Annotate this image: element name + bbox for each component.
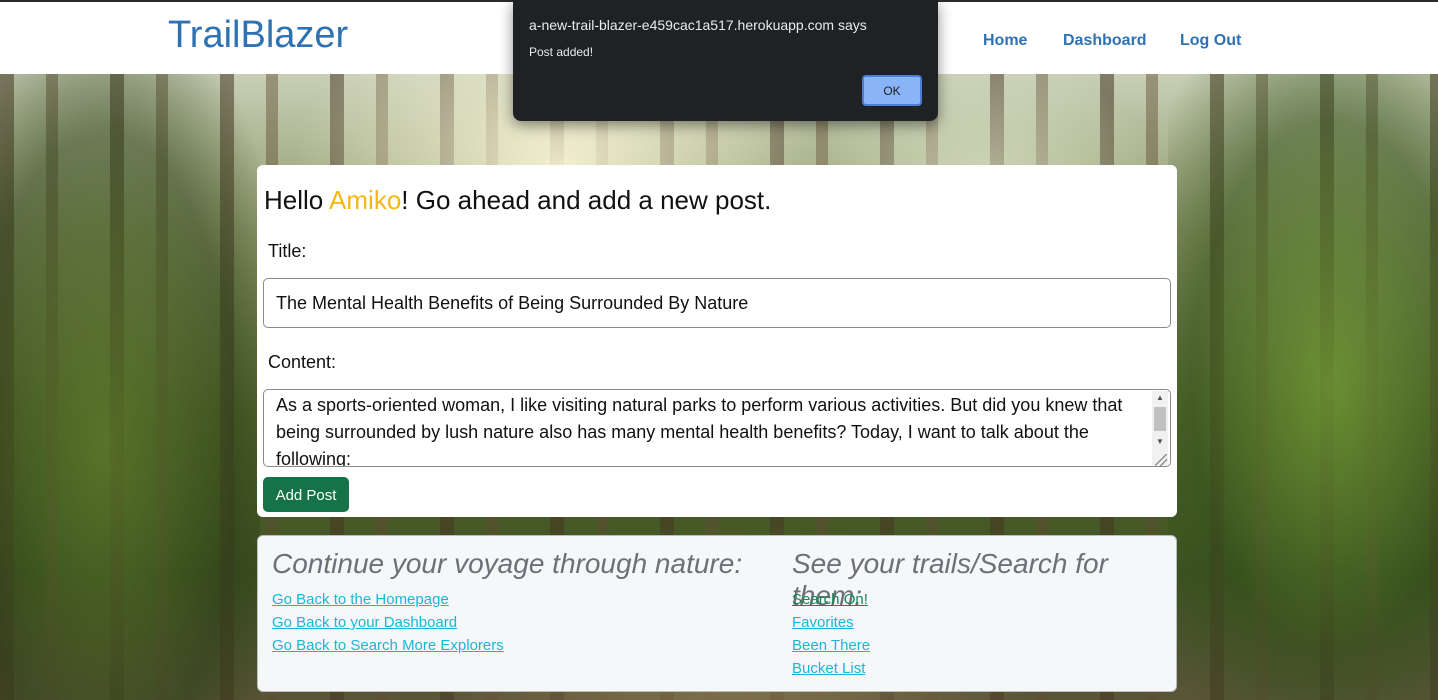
greeting-suffix: ! Go ahead and add a new post. [401, 185, 772, 215]
homepage-link[interactable]: Go Back to the Homepage [272, 591, 449, 608]
nav-home-link[interactable]: Home [983, 32, 1027, 50]
alert-message: Post added! [529, 45, 594, 59]
add-post-button[interactable]: Add Post [263, 477, 349, 512]
nav-logout-link[interactable]: Log Out [1180, 32, 1241, 50]
user-name: Amiko [329, 185, 402, 215]
alert-ok-button[interactable]: OK [862, 75, 922, 106]
brand-logo-link[interactable]: TrailBlazer [168, 14, 348, 57]
title-input[interactable]: The Mental Health Benefits of Being Surr… [263, 278, 1171, 328]
resize-handle-icon[interactable] [1155, 454, 1167, 466]
scroll-down-arrow-icon[interactable]: ▼ [1152, 435, 1168, 449]
voyage-heading: Continue your voyage through nature: [272, 548, 743, 579]
dashboard-link[interactable]: Go Back to your Dashboard [272, 614, 457, 631]
been-there-link[interactable]: Been There [792, 637, 870, 654]
alert-origin-text: a-new-trail-blazer-e459cac1a517.herokuap… [529, 17, 867, 33]
alert-dialog: a-new-trail-blazer-e459cac1a517.herokuap… [513, 0, 938, 121]
navigation-links-card: Continue your voyage through nature: Go … [257, 535, 1177, 692]
content-textarea[interactable]: As a sports-oriented woman, I like visit… [263, 389, 1171, 467]
scroll-thumb[interactable] [1154, 407, 1166, 431]
scroll-up-arrow-icon[interactable]: ▲ [1152, 391, 1168, 405]
foliage-right [1168, 74, 1438, 700]
nav-dashboard-link[interactable]: Dashboard [1063, 32, 1147, 50]
bucket-list-link[interactable]: Bucket List [792, 660, 865, 677]
content-label: Content: [268, 352, 337, 372]
greeting-prefix: Hello [264, 185, 330, 215]
new-post-form: Hello Amiko! Go ahead and add a new post… [257, 165, 1177, 517]
search-on-link[interactable]: Search On! [792, 591, 868, 608]
form-greeting: Hello Amiko! Go ahead and add a new post… [264, 185, 771, 216]
search-explorers-link[interactable]: Go Back to Search More Explorers [272, 637, 504, 654]
title-label: Title: [268, 241, 307, 261]
foliage-left [0, 74, 260, 700]
favorites-link[interactable]: Favorites [792, 614, 854, 631]
